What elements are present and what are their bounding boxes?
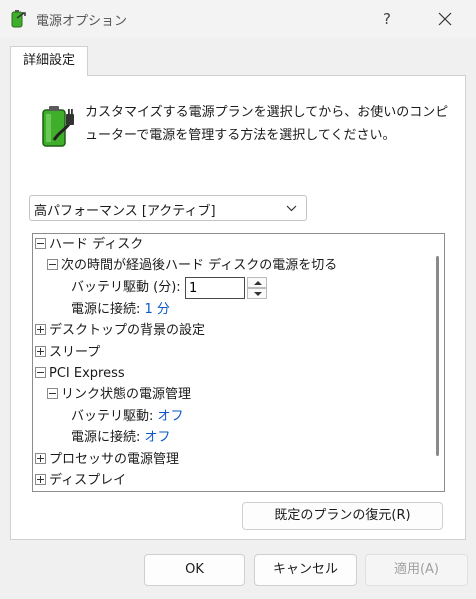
tree-item-link-battery[interactable]: バッテリ駆動: オフ [71, 406, 184, 427]
power-plan-select[interactable]: 高パフォーマンス [アクティブ] [29, 195, 307, 221]
description-text: カスタマイズする電源プランを選択してから、お使いのコンピューターで電源を管理する… [85, 105, 449, 143]
tree-item-plugged-in[interactable]: 電源に接続: 1 分 [71, 299, 170, 320]
ok-button[interactable]: OK [144, 554, 245, 586]
expand-icon[interactable] [35, 453, 46, 464]
cancel-button[interactable]: キャンセル [254, 554, 357, 586]
settings-tree[interactable]: ハード ディスク 次の時間が経過後ハード ディスクの電源を切る バッテリ駆動 (… [32, 233, 445, 492]
tree-item-sleep[interactable]: スリープ [35, 342, 100, 363]
link-plugged-value-link[interactable]: オフ [145, 430, 171, 445]
collapse-icon[interactable] [47, 259, 58, 270]
spin-down-icon[interactable] [247, 288, 267, 299]
expand-icon[interactable] [35, 474, 46, 485]
power-options-icon [11, 10, 26, 28]
tree-scrollbar[interactable] [432, 234, 444, 491]
tree-item-hard-disk[interactable]: ハード ディスク [35, 234, 143, 255]
link-battery-value-link[interactable]: オフ [158, 409, 184, 424]
tree-item-desktop-background[interactable]: デスクトップの背景の設定 [35, 320, 205, 341]
battery-minutes-label: バッテリ駆動 (分): [71, 280, 181, 295]
spin-up-icon[interactable] [247, 277, 267, 288]
tree-item-pci-express[interactable]: PCI Express [35, 363, 125, 384]
collapse-icon[interactable] [47, 388, 58, 399]
scroll-thumb[interactable] [436, 256, 439, 456]
power-plan-value: 高パフォーマンス [アクティブ] [34, 204, 216, 219]
expand-icon[interactable] [35, 324, 46, 335]
tab-advanced-settings[interactable]: 詳細設定 [10, 46, 88, 76]
restore-defaults-button[interactable]: 既定のプランの復元(R) [242, 502, 443, 530]
help-button[interactable]: ? [368, 4, 406, 34]
battery-plug-icon [42, 106, 74, 147]
tree-item-turn-off-hard-disk[interactable]: 次の時間が経過後ハード ディスクの電源を切る [47, 255, 337, 276]
chevron-down-icon [286, 205, 297, 212]
settings-panel: カスタマイズする電源プランを選択してから、お使いのコンピューターで電源を管理する… [10, 75, 466, 540]
tree-item-link-state[interactable]: リンク状態の電源管理 [47, 384, 191, 405]
close-icon[interactable] [422, 4, 468, 34]
tree-item-link-plugged[interactable]: 電源に接続: オフ [71, 427, 171, 448]
plugged-in-value-link[interactable]: 1 分 [145, 302, 170, 317]
expand-icon[interactable] [35, 346, 46, 357]
tree-item-display[interactable]: ディスプレイ [35, 470, 126, 491]
window-title: 電源オプション [36, 14, 128, 29]
battery-minutes-input[interactable] [185, 277, 245, 299]
collapse-icon[interactable] [35, 238, 46, 249]
title-bar: 電源オプション ? [0, 0, 476, 38]
apply-button[interactable]: 適用(A) [365, 554, 468, 586]
collapse-icon[interactable] [35, 367, 46, 378]
tree-item-processor[interactable]: プロセッサの電源管理 [35, 449, 179, 470]
battery-minutes-stepper[interactable] [185, 277, 269, 299]
